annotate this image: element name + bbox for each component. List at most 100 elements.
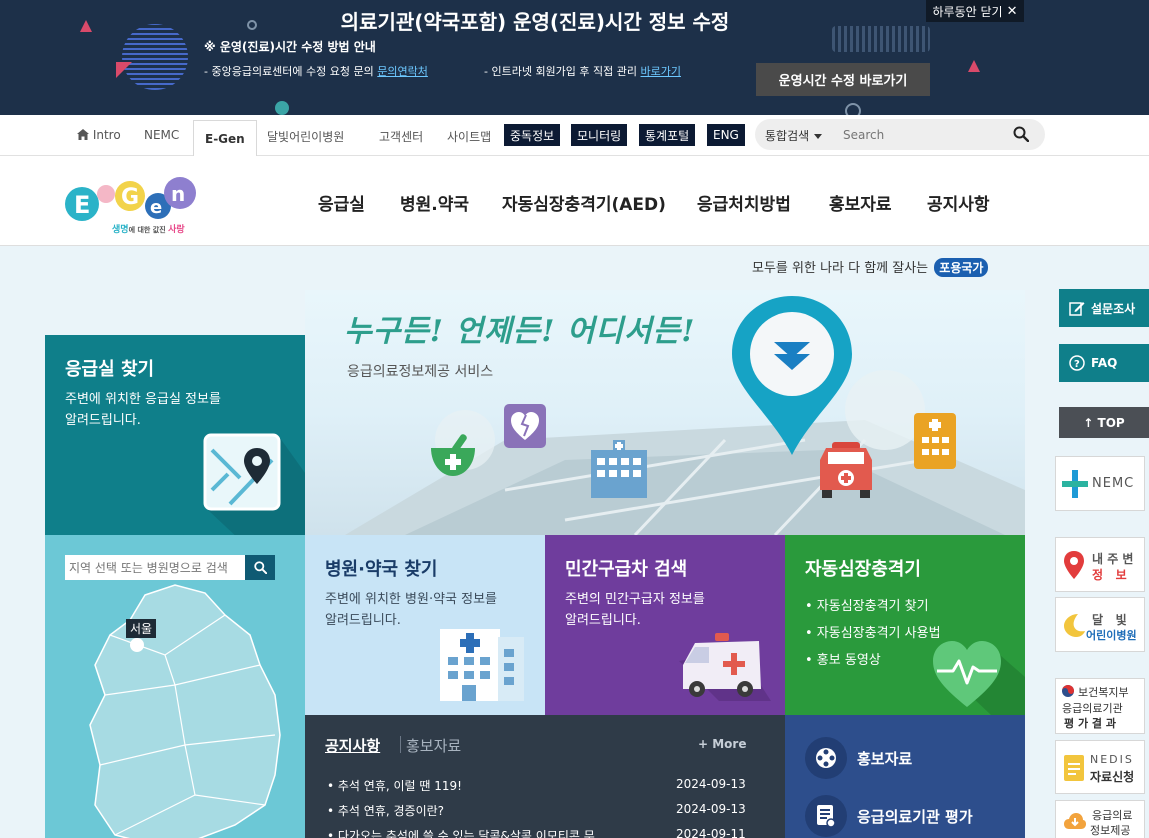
notice-row[interactable]: • 추석 연휴, 경증이란? [327,802,444,819]
nav-promotion[interactable]: 홍보자료 [829,190,892,215]
mohw-line2: 응급의료기관 [1062,702,1123,715]
search-category-select[interactable]: 통합검색 [765,127,823,144]
logo-tagline-b: 에 대한 값진 [128,226,169,234]
promo-materials-label: 홍보자료 [857,749,913,768]
nav-aed[interactable]: 자동심장충격기(AED) [502,190,666,215]
hospital-card-title: 병원·약국 찾기 [325,559,438,580]
banner-line-intranet-text: - 인트라넷 회원가입 후 직접 관리 [484,65,638,78]
banner-subtitle: ※ 운영(진료)시간 수정 방법 안내 [204,40,376,54]
english-button[interactable]: ENG [707,124,745,146]
statistics-portal-button[interactable]: 통계포털 [639,124,696,146]
svg-text:e: e [150,197,162,218]
shortcut-link[interactable]: 바로가기 [641,65,681,78]
question-icon: ? [1069,355,1085,371]
svg-text:G: G [121,185,139,210]
nedis-data-request-banner[interactable]: NEDIS 자료신청 [1055,740,1145,794]
moon-icon [1064,614,1085,637]
moonlight-children-hospital-banner[interactable]: 달 빛 어린이병원 [1055,597,1145,652]
my-area-info-banner[interactable]: 내 주 변 정 보 [1055,537,1145,592]
search-input[interactable] [843,125,993,145]
nav-first-aid[interactable]: 응급처치방법 [697,190,791,215]
close-for-today-button[interactable]: 하루동안 닫기 ✕ [926,0,1024,22]
intro-label: Intro [92,128,121,142]
nav-emergency-room[interactable]: 응급실 [318,190,365,215]
logo-tagline-a: 생명 [112,225,129,235]
mohw-line1: 보건복지부 [1078,686,1129,699]
location-pin-icon[interactable] [730,292,854,457]
hospital-building-icon [591,440,647,498]
aed-find-link[interactable]: • 자동심장충격기 찾기 [805,593,941,620]
notice-row[interactable]: • 추석 연휴, 이럴 땐 119! [327,777,462,794]
nemc-banner-label: NEMC [1092,476,1135,491]
aed-video-link[interactable]: • 홍보 동영상 [805,647,941,674]
mohw-line3: 평 가 결 과 [1064,717,1116,730]
logo-tagline-c: 사랑 [168,225,185,235]
faq-label: FAQ [1091,356,1118,370]
taegeuk-icon [1062,685,1074,697]
egen-logo-mark: E G e n [65,177,196,221]
private-ambulance-search-card[interactable]: 민간구급차 검색 주변의 민간구급자 정보를 알려드립니다. [545,535,785,715]
nav-hospital-pharmacy[interactable]: 병원.약국 [400,190,469,215]
faq-button[interactable]: ? FAQ [1059,344,1149,382]
nav-notice[interactable]: 공지사항 [927,190,990,215]
emergency-info-provision-banner[interactable]: 응급의료 정보제공 [1055,800,1145,838]
er-card-title: 응급실 찾기 [65,359,155,380]
notice-more-link[interactable]: + More [698,737,746,751]
info-line2: 정보제공 [1090,824,1131,837]
nemc-logo-icon [1062,470,1088,498]
egen-tab[interactable]: E-Gen [193,120,257,157]
close-for-today-label: 하루동안 닫기 [932,4,1003,19]
notice-date: 2024-09-13 [676,802,746,816]
nemc-banner[interactable]: NEMC [1055,456,1145,511]
ambulance-card-desc-line1: 주변의 민간구급자 정보를 [565,592,705,607]
find-hospital-pharmacy-card[interactable]: 병원·약국 찾기 주변에 위치한 병원·약국 정보를 알려드립니다. [305,535,545,715]
institution-evaluation-link[interactable]: 응급의료기관 평가 [805,795,973,837]
monitoring-button[interactable]: 모니터링 [571,124,628,146]
decorative-ring [845,103,861,115]
notice-row[interactable]: • 다가오는 추석에 쓸 수 있는 달콤&살콤 이모티콘 무 [327,827,672,838]
seoul-label[interactable]: 서울 [126,619,157,638]
ambulance-card-desc: 주변의 민간구급자 정보를 알려드립니다. [565,589,705,631]
promo-materials-link[interactable]: 홍보자료 [805,737,912,779]
svg-text:?: ? [1074,359,1080,370]
intro-link[interactable]: Intro [77,128,121,142]
banner-line-contact-text: - 중앙응급의료센터에 수정 요청 문의 [204,65,374,78]
aed-usage-link[interactable]: • 자동심장충격기 사용법 [805,620,941,647]
cloud-download-icon [1064,813,1086,829]
edit-hours-button[interactable]: 운영시간 수정 바로가기 [756,63,930,96]
korea-map[interactable] [75,575,295,838]
notice-date: 2024-09-13 [676,777,746,791]
ambulance-icon [679,633,771,701]
decorative-triangle [116,62,132,78]
search-category-label: 통합검색 [765,129,810,143]
poison-info-button[interactable]: 중독정보 [504,124,561,146]
children-hospital-link[interactable]: 달빛어린이병원 [267,128,344,145]
er-card-desc: 주변에 위치한 응급실 정보를 알려드립니다. [65,389,221,431]
contact-link[interactable]: 문의연락처 [377,65,428,78]
region-search-input[interactable] [65,555,275,580]
caret-down-icon [814,134,823,139]
decorative-dot [275,101,289,115]
hospital-card-desc-line1: 주변에 위치한 병원·약국 정보를 [325,592,498,607]
scroll-top-button[interactable]: ↑ TOP [1059,407,1149,438]
region-search-button[interactable] [245,555,275,580]
egen-logo[interactable]: E G e n 생명에 대한 값진 사랑 [62,172,202,238]
sitemap-link[interactable]: 사이트맵 [447,128,491,145]
tab-promotion[interactable]: 홍보자료 [406,735,461,756]
notice-date: 2024-09-11 [676,827,746,838]
nemc-link[interactable]: NEMC [144,128,179,142]
pharmacy-mortar-icon [431,434,475,476]
logo-tagline: 생명에 대한 값진 사랑 [112,222,185,235]
home-icon [77,129,89,140]
mohw-evaluation-banner[interactable]: 보건복지부 응급의료기관 평 가 결 과 [1055,678,1145,734]
customer-center-link[interactable]: 고객센터 [379,128,423,145]
find-emergency-room-card[interactable]: 응급실 찾기 주변에 위치한 응급실 정보를 알려드립니다. [45,335,305,535]
slogan-text: 모두를 위한 나라 다 함께 잘사는 [752,261,929,276]
survey-button[interactable]: 설문조사 [1059,289,1149,327]
banner-title: 의료기관(약국포함) 운영(진료)시간 정보 수정 [340,10,730,34]
search-icon[interactable] [1013,126,1029,142]
ambulance-card-desc-line2: 알려드립니다. [565,613,641,628]
tab-notice[interactable]: 공지사항 [325,735,380,756]
heartbeat-icon [933,641,1025,715]
aed-card[interactable]: 자동심장충격기 • 자동심장충격기 찾기 • 자동심장충격기 사용법 • 홍보 … [785,535,1025,715]
